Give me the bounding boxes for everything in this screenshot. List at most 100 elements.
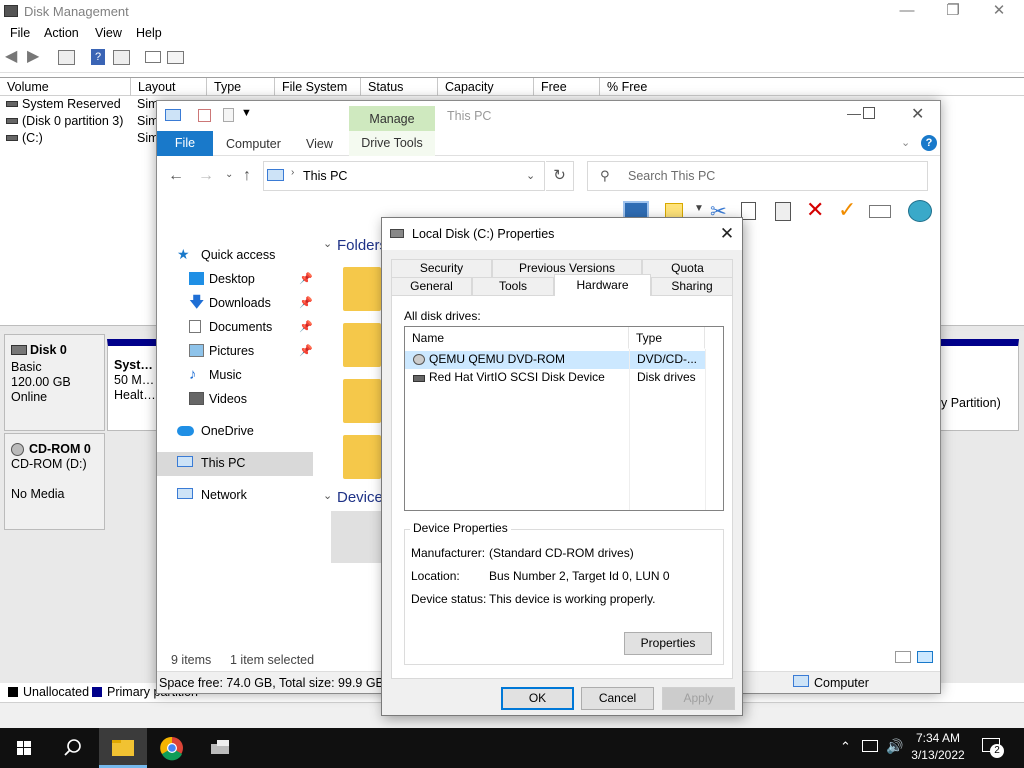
cancel-button[interactable]: Cancel (581, 687, 654, 710)
menu-view[interactable]: View (95, 26, 122, 40)
list-item[interactable]: QEMU QEMU DVD-ROM DVD/CD-... (405, 351, 705, 369)
back-arrow-icon[interactable]: ◀ (5, 49, 21, 65)
minimize-button[interactable]: — (884, 0, 930, 24)
menu-help[interactable]: Help (136, 26, 162, 40)
all-disk-drives-label: All disk drives: (404, 309, 481, 323)
dialog-close-button[interactable]: ✕ (714, 221, 740, 247)
disk0-info-box[interactable]: Disk 0 Basic 120.00 GB Online (4, 334, 105, 431)
close-button[interactable]: ✕ (976, 0, 1022, 24)
menu-file[interactable]: File (10, 26, 30, 40)
group-folders-header[interactable]: Folders (337, 237, 387, 254)
c-drive-partition[interactable]: y Partition) (940, 339, 1019, 431)
ribbon-drive-tools-tab[interactable]: Drive Tools (349, 131, 435, 156)
col-file-system[interactable]: File System (275, 78, 361, 96)
show-hide-console-tree-icon[interactable] (58, 50, 75, 65)
group-collapse-icon[interactable]: ⌄ (323, 237, 332, 250)
network-globe-icon[interactable] (908, 200, 932, 222)
apply-button[interactable]: Apply (662, 687, 735, 710)
tab-sharing[interactable]: Sharing (651, 277, 733, 295)
properties-qat-icon[interactable] (198, 109, 211, 122)
clock-date[interactable]: 3/13/2022 (908, 748, 968, 762)
tab-general[interactable]: General (391, 277, 472, 295)
properties-icon[interactable] (113, 50, 130, 65)
qat-dropdown-icon[interactable]: ▼ (241, 107, 252, 119)
expand-ribbon-icon[interactable]: ⌄ (901, 136, 910, 149)
taskbar-chrome[interactable] (148, 728, 196, 768)
col-volume[interactable]: Volume (0, 78, 131, 96)
ribbon-view-tab[interactable]: View (306, 137, 333, 151)
list-item[interactable]: Red Hat VirtIO SCSI Disk Device Disk dri… (405, 369, 705, 387)
explorer-maximize-button[interactable] (863, 107, 875, 119)
tab-security[interactable]: Security (391, 259, 492, 277)
cdrom0-info-box[interactable]: CD-ROM 0 CD-ROM (D:) No Media (4, 433, 105, 530)
forward-arrow-icon[interactable]: ▶ (27, 49, 43, 65)
ribbon-file-tab[interactable]: File (157, 131, 213, 156)
properties-button[interactable]: Properties (624, 632, 712, 655)
large-icons-view-icon[interactable] (917, 651, 933, 663)
checkmark-icon[interactable]: ✓ (838, 197, 856, 223)
up-arrow-icon[interactable]: ↑ (243, 167, 251, 185)
manage-context-tab[interactable]: Manage (349, 106, 435, 132)
pin-icon[interactable]: 📌 (299, 320, 313, 333)
back-arrow-icon[interactable]: ← (168, 167, 184, 185)
list-header-name[interactable]: Name (405, 327, 629, 349)
group-devices-header[interactable]: Device (337, 489, 383, 506)
music-folder-icon[interactable] (343, 379, 381, 423)
disk-drives-list[interactable]: Name Type QEMU QEMU DVD-ROM DVD/CD-... R… (404, 326, 724, 511)
tab-quota[interactable]: Quota (642, 259, 733, 277)
tab-tools[interactable]: Tools (472, 277, 554, 295)
rename-icon[interactable] (869, 205, 891, 218)
help-icon[interactable]: ? (91, 49, 105, 65)
pin-icon[interactable]: 📌 (299, 272, 313, 285)
col-free-space[interactable]: Free Spa... (534, 78, 600, 112)
system-reserved-partition[interactable]: System 50 MB N Healthy (107, 339, 157, 431)
ribbon-computer-tab[interactable]: Computer (226, 137, 281, 151)
volume-row[interactable]: (Disk 0 partition 3) Sim (0, 113, 160, 130)
3d-objects-folder-icon[interactable] (343, 267, 381, 311)
list-header-type[interactable]: Type (629, 327, 705, 349)
explorer-minimize-button[interactable]: — (847, 105, 861, 121)
view-icon[interactable] (167, 51, 184, 64)
volume-row[interactable]: (C:) Sim (0, 130, 160, 147)
videos-folder-icon[interactable] (343, 435, 381, 479)
help-icon[interactable]: ? (921, 135, 937, 151)
network-status-icon[interactable] (862, 740, 878, 752)
tab-hardware[interactable]: Hardware (554, 274, 651, 296)
notification-center-button[interactable]: 2 (982, 738, 1004, 758)
volume-icon[interactable]: 🔊 (886, 738, 903, 755)
col-type[interactable]: Type (207, 78, 275, 96)
explorer-close-button[interactable]: ✕ (911, 104, 924, 124)
col-percent-free[interactable]: % Free (600, 78, 670, 96)
details-view-icon[interactable] (895, 651, 911, 663)
show-hidden-icons-icon[interactable]: ⌃ (840, 739, 851, 755)
address-dropdown-icon[interactable]: ⌄ (526, 169, 535, 182)
pin-icon[interactable]: 📌 (299, 296, 313, 309)
search-box[interactable]: ⚲ Search This PC (587, 161, 928, 191)
menu-action[interactable]: Action (44, 26, 79, 40)
refresh-button[interactable]: ↻ (546, 161, 574, 191)
address-bar[interactable]: › This PC ⌄ (263, 161, 545, 191)
paste-icon[interactable] (775, 202, 791, 221)
delete-icon[interactable]: ✕ (806, 197, 824, 223)
documents-folder-icon[interactable] (343, 323, 381, 367)
col-status[interactable]: Status (361, 78, 438, 96)
copy-icon[interactable] (741, 202, 756, 220)
start-button[interactable] (0, 728, 48, 768)
volume-row[interactable]: System Reserved Sim (0, 96, 160, 113)
taskbar-search-button[interactable] (48, 728, 96, 768)
new-folder-qat-icon[interactable] (223, 108, 234, 122)
local-disk-drive-icon[interactable] (331, 511, 383, 563)
group-collapse-icon[interactable]: ⌄ (323, 489, 332, 502)
col-capacity[interactable]: Capacity (438, 78, 534, 96)
connect-icon[interactable] (145, 51, 161, 63)
recent-locations-icon[interactable]: ⌄ (225, 169, 233, 180)
taskbar-disk-management[interactable] (197, 728, 245, 768)
options-dropdown-icon[interactable]: ▼ (694, 203, 704, 214)
taskbar-file-explorer[interactable] (99, 728, 147, 768)
clock-time[interactable]: 7:34 AM (908, 731, 968, 745)
col-layout[interactable]: Layout (131, 78, 207, 96)
maximize-button[interactable]: ❐ (930, 0, 976, 24)
forward-arrow-icon[interactable]: → (198, 167, 214, 185)
pin-icon[interactable]: 📌 (299, 344, 313, 357)
ok-button[interactable]: OK (501, 687, 574, 710)
